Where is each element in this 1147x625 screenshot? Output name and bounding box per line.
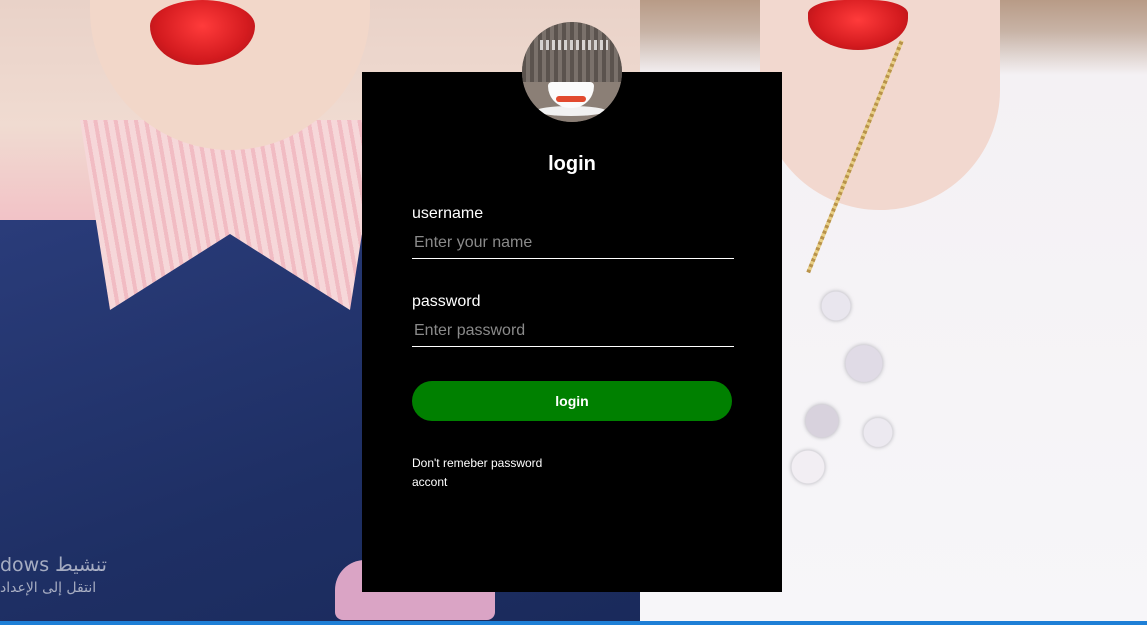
- avatar: [522, 22, 622, 122]
- forgot-password-link[interactable]: Don't remeber password: [412, 455, 542, 471]
- avatar-cup-band: [556, 96, 586, 102]
- password-label: password: [412, 293, 481, 310]
- taskbar-edge: [0, 621, 1147, 625]
- avatar-wall: [522, 22, 622, 82]
- windows-activation-watermark: dows تنشيط انتقل إلى الإعداد: [0, 552, 107, 598]
- avatar-script: [540, 40, 608, 50]
- login-title: login: [548, 153, 596, 175]
- password-input[interactable]: [412, 316, 734, 347]
- login-button[interactable]: login: [412, 381, 732, 421]
- username-label: username: [412, 205, 484, 222]
- account-link[interactable]: accont: [412, 474, 447, 490]
- login-panel: login username password login Don't reme…: [362, 72, 782, 592]
- username-input[interactable]: [412, 228, 734, 259]
- background-necklace: [780, 260, 920, 490]
- watermark-line-1: dows تنشيط: [0, 554, 107, 576]
- watermark-line-2: انتقل إلى الإعداد: [0, 580, 97, 596]
